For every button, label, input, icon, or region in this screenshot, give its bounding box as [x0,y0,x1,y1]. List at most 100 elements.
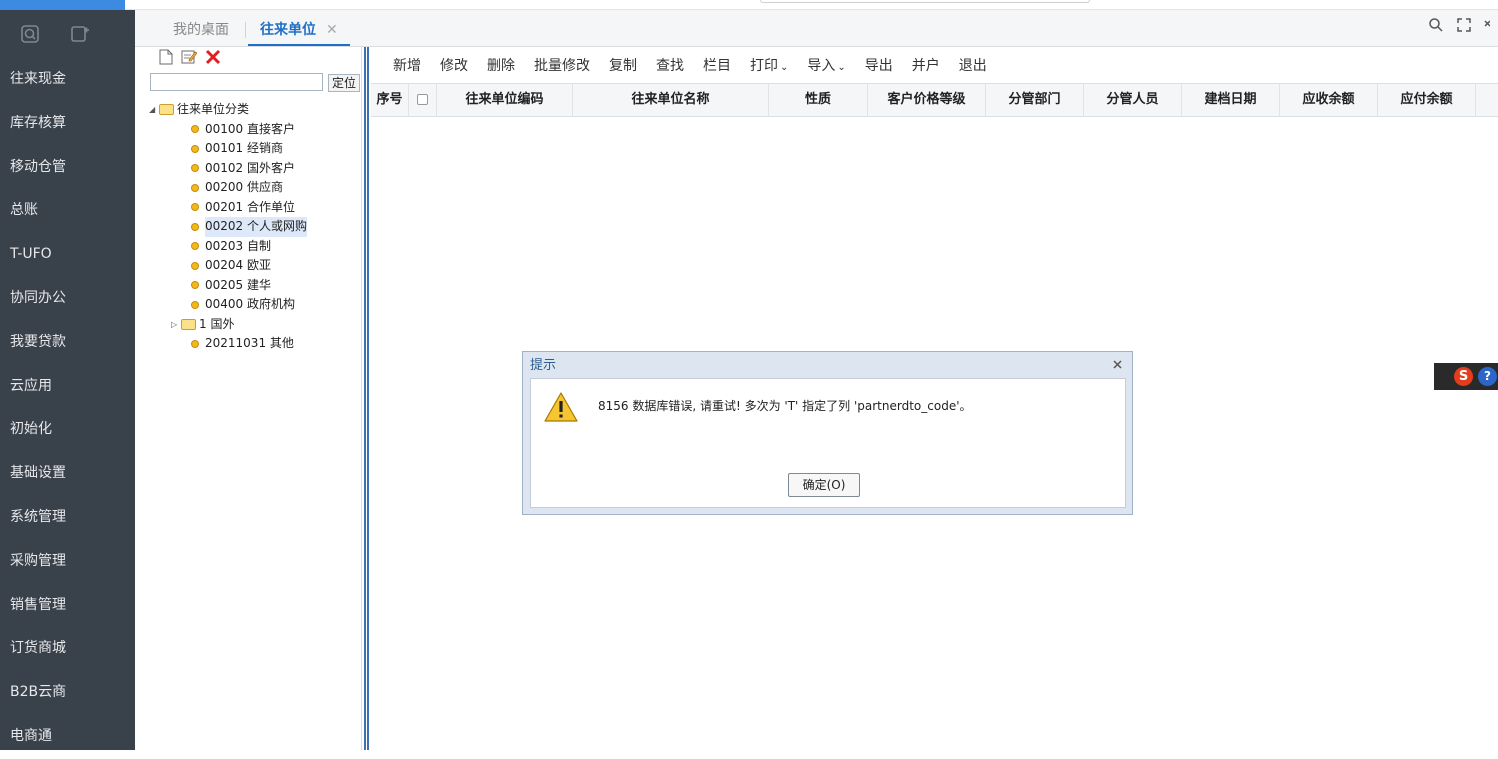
tree-node-label: 00203 自制 [205,238,271,253]
tab-divider [245,22,246,38]
col-header-name[interactable]: 往来单位名称 [573,83,769,117]
columns-button[interactable]: 栏目 [703,55,731,75]
tree-node-label: 00400 政府机构 [205,297,295,311]
col-header-select-all[interactable] [409,83,437,117]
delete-icon[interactable] [205,49,221,69]
import-label: 导入 [807,58,836,74]
delete-button[interactable]: 删除 [487,55,515,75]
print-dropdown[interactable]: 打印 ⌄ [750,55,788,75]
warning-icon [543,391,579,423]
col-header-price-level[interactable]: 客户价格等级 [868,83,986,117]
select-all-checkbox[interactable] [417,94,428,105]
floating-toolbar[interactable]: S ? [1434,363,1498,390]
sidebar-item[interactable]: 采购管理 [0,540,135,584]
add-button[interactable]: 新增 [393,55,421,75]
col-header-index[interactable]: 序号 [371,83,409,117]
window-controls [1428,17,1491,37]
dialog-close-icon[interactable] [1113,352,1122,380]
sidebar-item[interactable]: 系统管理 [0,496,135,540]
sidebar-item[interactable]: 销售管理 [0,584,135,628]
tree-node[interactable]: 00203 自制 [149,237,361,257]
batch-edit-button[interactable]: 批量修改 [534,55,590,75]
sidebar-item[interactable]: 电商通 [0,715,135,759]
help-icon[interactable]: ? [1478,367,1497,386]
ok-button[interactable]: 确定(O) [788,473,860,497]
col-header-department[interactable]: 分管部门 [986,83,1084,117]
sidebar-item[interactable]: 往来现金 [0,58,135,102]
expand-arrow-icon[interactable]: ◢ [149,100,159,120]
tree-root[interactable]: ◢ 往来单位分类 [149,100,361,120]
browser-top-strip [0,0,1498,10]
sidebar-item[interactable]: 订货商城 [0,627,135,671]
copy-button[interactable]: 复制 [609,55,637,75]
col-header-code[interactable]: 往来单位编码 [437,83,573,117]
leaf-node-icon [191,242,199,251]
edit-document-icon[interactable] [181,49,198,69]
merge-button[interactable]: 并户 [912,55,940,75]
add-tab-icon[interactable] [70,24,90,44]
tab-close-icon[interactable]: ✕ [326,22,338,38]
tree-node[interactable]: 00102 国外客户 [149,159,361,179]
global-search-icon[interactable] [1428,17,1444,37]
dialog-title-bar[interactable]: 提示 [523,352,1132,378]
import-dropdown[interactable]: 导入 ⌄ [807,55,845,75]
sidebar-item[interactable]: T-UFO [0,233,135,277]
tree-node-label: 00100 直接客户 [205,121,295,136]
col-header-created-date[interactable]: 建档日期 [1182,83,1280,117]
sidebar-item[interactable]: B2B云商 [0,671,135,715]
tree-node[interactable]: 00400 政府机构 [149,295,361,315]
tree-node-label: 00201 合作单位 [205,199,295,214]
find-button[interactable]: 查找 [656,55,684,75]
category-search-input[interactable] [150,73,323,91]
sidebar-item[interactable]: 初始化 [0,408,135,452]
sidebar-item[interactable]: 云应用 [0,365,135,409]
sidebar-item[interactable]: 库存核算 [0,102,135,146]
search-icon[interactable] [20,24,40,44]
input-method-icon[interactable]: S [1454,367,1473,386]
tree-node[interactable]: 00101 经销商 [149,139,361,159]
sidebar-item[interactable]: 移动仓管 [0,146,135,190]
tree-node[interactable]: 00204 欧亚 [149,256,361,276]
tree-node[interactable]: 00202 个人或网购 [149,217,361,237]
leaf-node-icon [191,144,199,153]
tree-node[interactable]: 00200 供应商 [149,178,361,198]
new-document-icon[interactable] [159,49,173,69]
sidebar-item[interactable]: 我要贷款 [0,321,135,365]
tree-node[interactable]: 00205 建华 [149,276,361,296]
dialog-body: 8156 数据库错误, 请重试! 多次为 'T' 指定了列 'partnerdt… [530,378,1126,508]
tree-node[interactable]: 20211031 其他 [149,334,361,354]
tab-bar: 我的桌面 往来单位 ✕ [135,10,1498,47]
tree-node-label: 00101 经销商 [205,141,283,155]
top-search-box-edge [760,0,1090,3]
folder-open-icon [159,104,174,116]
col-header-type[interactable]: 性质 [769,83,868,117]
sidebar-item[interactable]: 协同办公 [0,277,135,321]
collapse-arrow-icon[interactable]: ▷ [171,315,181,335]
leaf-node-icon [191,164,199,173]
edit-button[interactable]: 修改 [440,55,468,75]
col-header-staff[interactable]: 分管人员 [1084,83,1182,117]
tab-partners-label: 往来单位 [260,22,316,38]
tree-node[interactable]: 00100 直接客户 [149,120,361,140]
splitter-line [364,47,366,750]
category-toolbar [145,47,361,71]
tree-node-label: 00200 供应商 [205,180,283,194]
sidebar-tools [0,10,135,58]
sidebar-item[interactable]: 基础设置 [0,452,135,496]
tab-partners[interactable]: 往来单位 ✕ [248,10,350,46]
exit-button[interactable]: 退出 [959,55,987,75]
tab-my-desktop[interactable]: 我的桌面 [173,10,229,46]
export-button[interactable]: 导出 [865,55,893,75]
col-header-payable[interactable]: 应付余额 [1378,83,1476,117]
grid-header: 序号 往来单位编码 往来单位名称 性质 客户价格等级 分管部门 分管人员 建档日… [371,83,1498,117]
tree-node[interactable]: 00201 合作单位 [149,198,361,218]
panel-splitter[interactable] [362,47,371,750]
leaf-node-icon [191,261,199,270]
close-window-icon[interactable] [1484,17,1491,37]
locate-button[interactable]: 定位 [328,74,360,92]
tree-folder-node[interactable]: ▷ 1 国外 [149,315,361,335]
col-header-receivable[interactable]: 应收余额 [1280,83,1378,117]
top-accent-bar [0,0,125,10]
fullscreen-icon[interactable] [1456,17,1472,37]
sidebar-item[interactable]: 总账 [0,189,135,233]
